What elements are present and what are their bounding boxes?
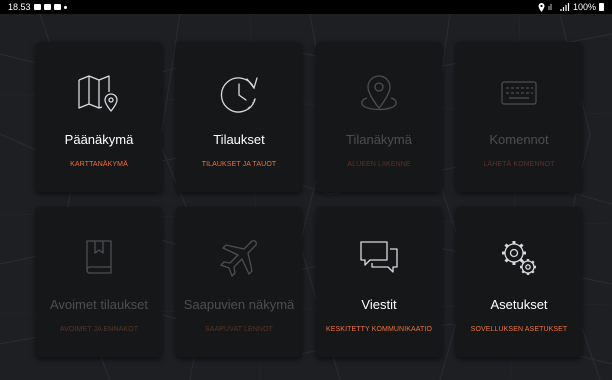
keyboard-icon xyxy=(501,81,537,105)
book-icon xyxy=(86,240,112,274)
status-bar-left: 18.53 xyxy=(8,0,67,14)
tile-komennot[interactable]: Komennot LÄHETÄ KOMENNOT xyxy=(456,42,582,192)
airplane-icon xyxy=(220,240,257,277)
tile-subtitle: LÄHETÄ KOMENNOT xyxy=(483,161,555,168)
tile-subtitle: ALUEEN LIIKENNE xyxy=(347,161,411,168)
tile-title: Tilanäkymä xyxy=(346,132,412,147)
status-bar: 18.53 100% xyxy=(0,0,612,14)
tile-tilaukset[interactable]: Tilaukset TILAUKSET JA TAUOT xyxy=(176,42,302,192)
tile-subtitle: KARTTANÄKYMÄ xyxy=(70,161,128,168)
clock: 18.53 xyxy=(8,2,31,12)
battery-icon xyxy=(599,3,604,11)
chat-bubbles-icon xyxy=(360,241,398,273)
battery-percentage: 100% xyxy=(572,2,596,12)
clock-refresh-icon xyxy=(220,77,258,113)
signal-icon xyxy=(560,3,570,11)
tile-tilanakyma[interactable]: Tilanäkymä ALUEEN LIIKENNE xyxy=(316,42,442,192)
map-pin-icon xyxy=(78,75,118,112)
screenshot-notification-icon xyxy=(53,4,61,10)
tile-subtitle: AVOIMET JA ENNAKOT xyxy=(59,326,139,333)
tile-title: Komennot xyxy=(489,132,549,147)
tile-title: Viestit xyxy=(361,297,397,312)
status-bar-right: 100% xyxy=(538,0,604,14)
tile-subtitle: KESKITETTY KOMMUNIKAATIO xyxy=(326,326,432,333)
gears-icon xyxy=(502,241,536,275)
tile-paanakyma[interactable]: Päänäkymä KARTTANÄKYMÄ xyxy=(36,42,162,192)
tile-title: Avoimet tilaukset xyxy=(49,297,149,312)
tile-subtitle: SAAPUVAT LENNOT xyxy=(204,326,274,333)
location-icon xyxy=(538,2,545,12)
tile-avoimet-tilaukset[interactable]: Avoimet tilaukset AVOIMET JA ENNAKOT xyxy=(36,207,162,357)
tile-title: Saapuvien näkymä xyxy=(183,297,295,312)
tile-saapuvien-nakyma[interactable]: Saapuvien näkymä SAAPUVAT LENNOT xyxy=(176,207,302,357)
more-notifications-icon xyxy=(63,5,67,9)
tile-viestit[interactable]: Viestit KESKITETTY KOMMUNIKAATIO xyxy=(316,207,442,357)
tile-title: Tilaukset xyxy=(213,132,265,147)
tile-title: Päänäkymä xyxy=(64,132,134,147)
location-pin-icon xyxy=(361,75,397,111)
tile-asetukset[interactable]: Asetukset SOVELLUKSEN ASETUKSET xyxy=(456,207,582,357)
app-notification-icon xyxy=(43,4,51,10)
tile-subtitle: TILAUKSET JA TAUOT xyxy=(201,161,277,168)
tile-title: Asetukset xyxy=(490,297,548,312)
image-notification-icon xyxy=(33,4,41,10)
mobile-data-icon xyxy=(548,4,552,10)
tile-subtitle: SOVELLUKSEN ASETUKSET xyxy=(470,326,568,333)
